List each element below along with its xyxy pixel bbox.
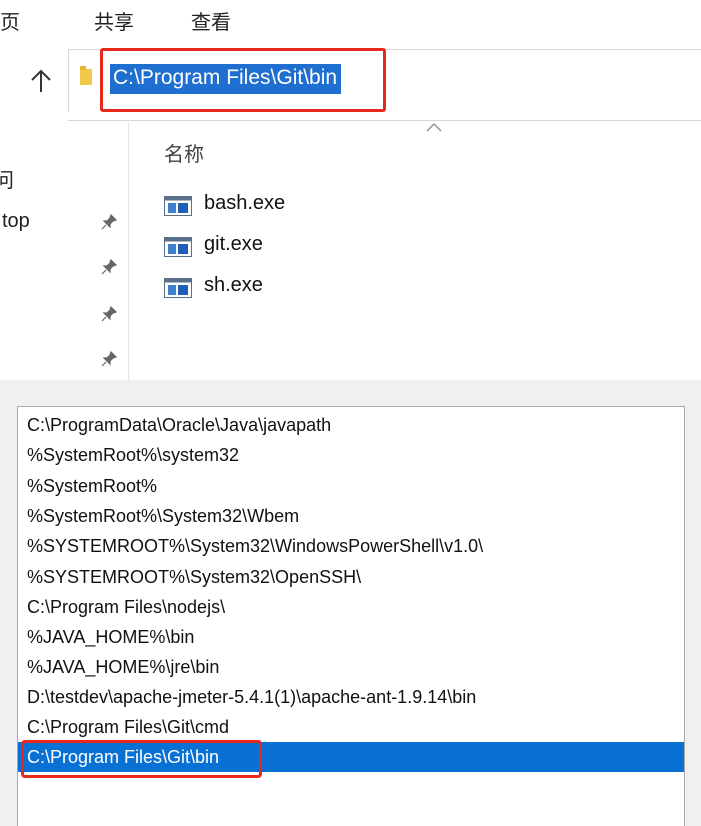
- pin-icon[interactable]: [100, 213, 118, 231]
- pin-icon[interactable]: [100, 258, 118, 276]
- path-entry[interactable]: %SystemRoot%: [18, 471, 684, 501]
- folder-icon: [80, 66, 92, 85]
- path-entry[interactable]: C:\Program Files\nodejs\: [18, 592, 684, 622]
- nav-item-desktop[interactable]: top: [2, 210, 30, 233]
- path-entry[interactable]: %SystemRoot%\System32\Wbem: [18, 501, 684, 531]
- nav-item-quick-access[interactable]: 问: [0, 164, 14, 193]
- exe-file-icon: [164, 196, 192, 216]
- pin-icon[interactable]: [100, 350, 118, 368]
- file-name: sh.exe: [204, 274, 263, 296]
- path-entry[interactable]: %SYSTEMROOT%\System32\WindowsPowerShell\…: [18, 531, 684, 561]
- address-bar-border: [68, 120, 701, 121]
- pin-icon[interactable]: [100, 305, 118, 323]
- file-name: git.exe: [204, 233, 263, 255]
- navigation-pane: 问 top: [0, 120, 128, 380]
- file-name: bash.exe: [204, 192, 286, 214]
- address-path-highlight-box: [100, 48, 386, 112]
- address-bar-border: [68, 50, 69, 112]
- path-entry[interactable]: %SYSTEMROOT%\System32\OpenSSH\: [18, 562, 684, 592]
- path-entry[interactable]: D:\testdev\apache-jmeter-5.4.1(1)\apache…: [18, 682, 684, 712]
- path-entry[interactable]: C:\Program Files\Git\cmd: [18, 712, 684, 742]
- exe-file-icon: [164, 237, 192, 257]
- exe-file-icon: [164, 278, 192, 298]
- column-header-name[interactable]: 名称: [164, 138, 204, 167]
- path-entry[interactable]: %SystemRoot%\system32: [18, 440, 684, 470]
- ribbon-tab-view[interactable]: 查看: [191, 6, 231, 35]
- selected-path-highlight-box: [21, 740, 262, 778]
- path-entry[interactable]: %JAVA_HOME%\jre\bin: [18, 652, 684, 682]
- pane-divider[interactable]: [128, 122, 129, 380]
- sort-ascending-caret-icon: [426, 123, 442, 132]
- file-explorer-window: 页 共享 查看 C:\Program Files\Git\bin 问 top 名…: [0, 0, 701, 380]
- path-entry[interactable]: %JAVA_HOME%\bin: [18, 622, 684, 652]
- up-arrow-icon[interactable]: [26, 66, 56, 96]
- path-entry[interactable]: C:\ProgramData\Oracle\Java\javapath: [18, 410, 684, 440]
- ribbon-tab-share[interactable]: 共享: [94, 6, 134, 35]
- ribbon-tab-home[interactable]: 页: [0, 6, 20, 35]
